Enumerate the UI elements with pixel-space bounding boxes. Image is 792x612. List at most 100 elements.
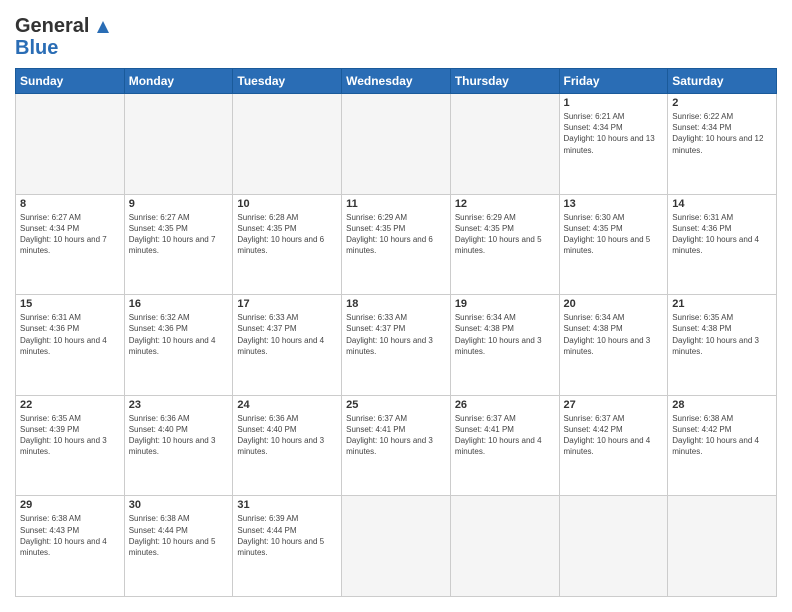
logo-icon bbox=[95, 19, 111, 35]
calendar-day: 29 Sunrise: 6:38 AMSunset: 4:43 PMDayligh… bbox=[16, 496, 125, 597]
logo: General Blue bbox=[15, 15, 111, 60]
day-info: Sunrise: 6:36 AMSunset: 4:40 PMDaylight:… bbox=[237, 413, 337, 458]
day-info: Sunrise: 6:31 AMSunset: 4:36 PMDaylight:… bbox=[672, 212, 772, 257]
empty-day bbox=[450, 94, 559, 195]
day-number: 17 bbox=[237, 298, 337, 310]
empty-day bbox=[233, 94, 342, 195]
calendar-day: 12 Sunrise: 6:29 AMSunset: 4:35 PMDayligh… bbox=[450, 194, 559, 295]
day-number: 27 bbox=[564, 399, 664, 411]
day-number: 10 bbox=[237, 198, 337, 210]
day-info: Sunrise: 6:38 AMSunset: 4:44 PMDaylight:… bbox=[129, 513, 229, 558]
day-info: Sunrise: 6:34 AMSunset: 4:38 PMDaylight:… bbox=[455, 312, 555, 357]
calendar-day: 26 Sunrise: 6:37 AMSunset: 4:41 PMDayligh… bbox=[450, 395, 559, 496]
calendar-day: 23Sunrise: 6:36 AMSunset: 4:40 PMDayligh… bbox=[124, 395, 233, 496]
calendar-day: 17 Sunrise: 6:33 AMSunset: 4:37 PMDayligh… bbox=[233, 295, 342, 396]
calendar-day: 2 Sunrise: 6:22 AMSunset: 4:34 PMDaylight… bbox=[668, 94, 777, 195]
day-number: 29 bbox=[20, 499, 120, 511]
day-number: 24 bbox=[237, 399, 337, 411]
calendar-day: 10 Sunrise: 6:28 AMSunset: 4:35 PMDayligh… bbox=[233, 194, 342, 295]
day-info: Sunrise: 6:34 AMSunset: 4:38 PMDaylight:… bbox=[564, 312, 664, 357]
day-number: 19 bbox=[455, 298, 555, 310]
calendar-day: 14 Sunrise: 6:31 AMSunset: 4:36 PMDayligh… bbox=[668, 194, 777, 295]
empty-day bbox=[559, 496, 668, 597]
empty-day bbox=[668, 496, 777, 597]
day-number: 26 bbox=[455, 399, 555, 411]
day-number: 8 bbox=[20, 198, 120, 210]
weekday-header: Friday bbox=[559, 69, 668, 94]
day-info: Sunrise: 6:27 AMSunset: 4:35 PMDaylight:… bbox=[129, 212, 229, 257]
day-info: Sunrise: 6:27 AMSunset: 4:34 PMDaylight:… bbox=[20, 212, 120, 257]
day-info: Sunrise: 6:38 AMSunset: 4:42 PMDaylight:… bbox=[672, 413, 772, 458]
calendar-table: SundayMondayTuesdayWednesdayThursdayFrid… bbox=[15, 68, 777, 597]
day-number: 18 bbox=[346, 298, 446, 310]
day-info: Sunrise: 6:32 AMSunset: 4:36 PMDaylight:… bbox=[129, 312, 229, 357]
day-number: 9 bbox=[129, 198, 229, 210]
logo-blue: Blue bbox=[15, 37, 58, 60]
calendar-day: 8 Sunrise: 6:27 AMSunset: 4:34 PMDaylight… bbox=[16, 194, 125, 295]
day-number: 14 bbox=[672, 198, 772, 210]
calendar-day: 21 Sunrise: 6:35 AMSunset: 4:38 PMDayligh… bbox=[668, 295, 777, 396]
empty-day bbox=[342, 496, 451, 597]
day-info: Sunrise: 6:37 AMSunset: 4:41 PMDaylight:… bbox=[346, 413, 446, 458]
empty-day bbox=[16, 94, 125, 195]
day-number: 15 bbox=[20, 298, 120, 310]
calendar-day: 1 Sunrise: 6:21 AMSunset: 4:34 PMDaylight… bbox=[559, 94, 668, 195]
weekday-header: Saturday bbox=[668, 69, 777, 94]
day-info: Sunrise: 6:33 AMSunset: 4:37 PMDaylight:… bbox=[346, 312, 446, 357]
day-info: Sunrise: 6:31 AMSunset: 4:36 PMDaylight:… bbox=[20, 312, 120, 357]
calendar-day: 20 Sunrise: 6:34 AMSunset: 4:38 PMDayligh… bbox=[559, 295, 668, 396]
empty-day bbox=[450, 496, 559, 597]
day-number: 31 bbox=[237, 499, 337, 511]
day-number: 23 bbox=[129, 399, 229, 411]
calendar-day: 11 Sunrise: 6:29 AMSunset: 4:35 PMDayligh… bbox=[342, 194, 451, 295]
day-number: 16 bbox=[129, 298, 229, 310]
day-info: Sunrise: 6:38 AMSunset: 4:43 PMDaylight:… bbox=[20, 513, 120, 558]
day-info: Sunrise: 6:22 AMSunset: 4:34 PMDaylight:… bbox=[672, 111, 772, 156]
day-number: 20 bbox=[564, 298, 664, 310]
weekday-header: Sunday bbox=[16, 69, 125, 94]
day-number: 12 bbox=[455, 198, 555, 210]
weekday-header: Thursday bbox=[450, 69, 559, 94]
calendar-day: 28 Sunrise: 6:38 AMSunset: 4:42 PMDayligh… bbox=[668, 395, 777, 496]
day-number: 13 bbox=[564, 198, 664, 210]
calendar-day: 24 Sunrise: 6:36 AMSunset: 4:40 PMDayligh… bbox=[233, 395, 342, 496]
day-number: 22 bbox=[20, 399, 120, 411]
calendar-day: 19 Sunrise: 6:34 AMSunset: 4:38 PMDayligh… bbox=[450, 295, 559, 396]
calendar-day: 25 Sunrise: 6:37 AMSunset: 4:41 PMDayligh… bbox=[342, 395, 451, 496]
day-info: Sunrise: 6:37 AMSunset: 4:41 PMDaylight:… bbox=[455, 413, 555, 458]
weekday-header: Monday bbox=[124, 69, 233, 94]
day-info: Sunrise: 6:35 AMSunset: 4:39 PMDaylight:… bbox=[20, 413, 120, 458]
calendar-day: 16 Sunrise: 6:32 AMSunset: 4:36 PMDayligh… bbox=[124, 295, 233, 396]
logo-general: General bbox=[15, 15, 89, 37]
day-number: 30 bbox=[129, 499, 229, 511]
day-number: 11 bbox=[346, 198, 446, 210]
day-number: 28 bbox=[672, 399, 772, 411]
empty-day bbox=[342, 94, 451, 195]
calendar-day: 22 Sunrise: 6:35 AMSunset: 4:39 PMDayligh… bbox=[16, 395, 125, 496]
day-info: Sunrise: 6:33 AMSunset: 4:37 PMDaylight:… bbox=[237, 312, 337, 357]
calendar-day: 30 Sunrise: 6:38 AMSunset: 4:44 PMDayligh… bbox=[124, 496, 233, 597]
calendar-day: 9 Sunrise: 6:27 AMSunset: 4:35 PMDaylight… bbox=[124, 194, 233, 295]
day-info: Sunrise: 6:28 AMSunset: 4:35 PMDaylight:… bbox=[237, 212, 337, 257]
day-number: 1 bbox=[564, 97, 664, 109]
calendar-day: 31 Sunrise: 6:39 AMSunset: 4:44 PMDayligh… bbox=[233, 496, 342, 597]
day-number: 21 bbox=[672, 298, 772, 310]
calendar-day: 18 Sunrise: 6:33 AMSunset: 4:37 PMDayligh… bbox=[342, 295, 451, 396]
header: General Blue bbox=[15, 15, 777, 60]
empty-day bbox=[124, 94, 233, 195]
weekday-header: Tuesday bbox=[233, 69, 342, 94]
day-info: Sunrise: 6:30 AMSunset: 4:35 PMDaylight:… bbox=[564, 212, 664, 257]
day-info: Sunrise: 6:39 AMSunset: 4:44 PMDaylight:… bbox=[237, 513, 337, 558]
page: General Blue SundayMondayTuesdayWednesda… bbox=[0, 0, 792, 612]
day-number: 2 bbox=[672, 97, 772, 109]
day-number: 25 bbox=[346, 399, 446, 411]
calendar-day: 27 Sunrise: 6:37 AMSunset: 4:42 PMDayligh… bbox=[559, 395, 668, 496]
day-info: Sunrise: 6:35 AMSunset: 4:38 PMDaylight:… bbox=[672, 312, 772, 357]
day-info: Sunrise: 6:29 AMSunset: 4:35 PMDaylight:… bbox=[455, 212, 555, 257]
weekday-header: Wednesday bbox=[342, 69, 451, 94]
day-info: Sunrise: 6:21 AMSunset: 4:34 PMDaylight:… bbox=[564, 111, 664, 156]
calendar-day: 15 Sunrise: 6:31 AMSunset: 4:36 PMDayligh… bbox=[16, 295, 125, 396]
day-info: Sunrise: 6:29 AMSunset: 4:35 PMDaylight:… bbox=[346, 212, 446, 257]
logo-text: General bbox=[15, 15, 111, 37]
day-info: Sunrise: 6:37 AMSunset: 4:42 PMDaylight:… bbox=[564, 413, 664, 458]
